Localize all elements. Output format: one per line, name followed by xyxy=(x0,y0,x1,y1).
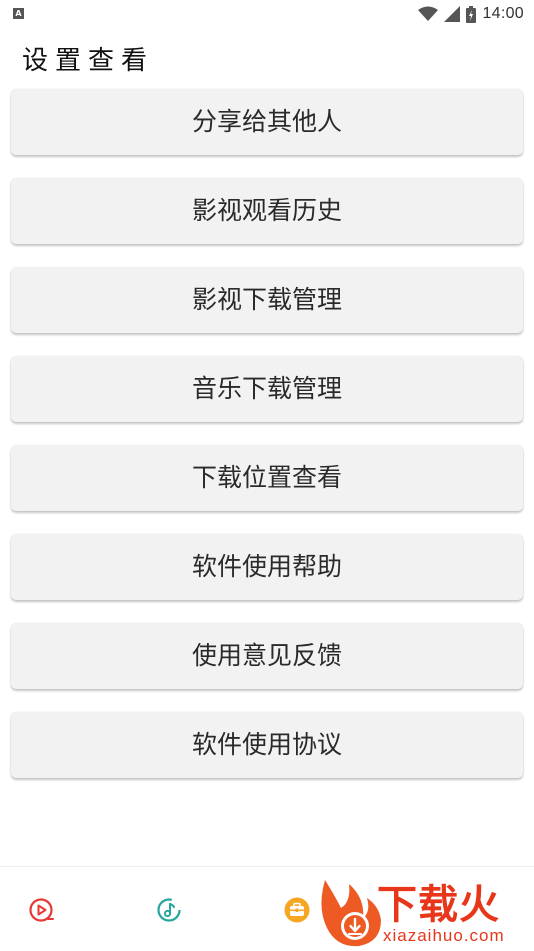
status-icons: 14:00 xyxy=(418,4,524,24)
music-download-manager-button[interactable]: 音乐下载管理 xyxy=(11,356,523,422)
watermark-brand: 下载火 xyxy=(377,882,500,928)
flame-logo-icon xyxy=(321,880,381,947)
video-play-icon xyxy=(29,898,54,922)
download-location-button[interactable]: 下载位置查看 xyxy=(11,445,523,511)
nav-settings-tab[interactable] xyxy=(282,895,312,925)
status-time: 14:00 xyxy=(482,5,524,22)
music-disc-icon xyxy=(157,898,181,922)
watermark-url: xiazaihuo.com xyxy=(383,926,505,945)
status-bar: A 14:00 xyxy=(0,0,534,28)
settings-menu-list: 分享给其他人 影视观看历史 影视下载管理 音乐下载管理 下载位置查看 软件使用帮… xyxy=(11,89,523,801)
notification-icon: A xyxy=(13,8,24,19)
feedback-button[interactable]: 使用意见反馈 xyxy=(11,623,523,689)
share-button[interactable]: 分享给其他人 xyxy=(11,89,523,155)
help-button[interactable]: 软件使用帮助 xyxy=(11,534,523,600)
video-download-manager-button[interactable]: 影视下载管理 xyxy=(11,267,523,333)
nav-video-tab[interactable] xyxy=(26,895,56,925)
watch-history-button[interactable]: 影视观看历史 xyxy=(11,178,523,244)
nav-music-tab[interactable] xyxy=(154,895,184,925)
wifi-icon xyxy=(418,6,439,21)
toolbox-icon xyxy=(284,897,310,923)
signal-icon xyxy=(444,6,461,22)
watermark-logo: 下载火 xiazaihuo.com xyxy=(315,878,534,950)
page-title: 设置查看 xyxy=(22,46,155,76)
battery-icon xyxy=(466,5,477,23)
user-agreement-button[interactable]: 软件使用协议 xyxy=(11,712,523,778)
